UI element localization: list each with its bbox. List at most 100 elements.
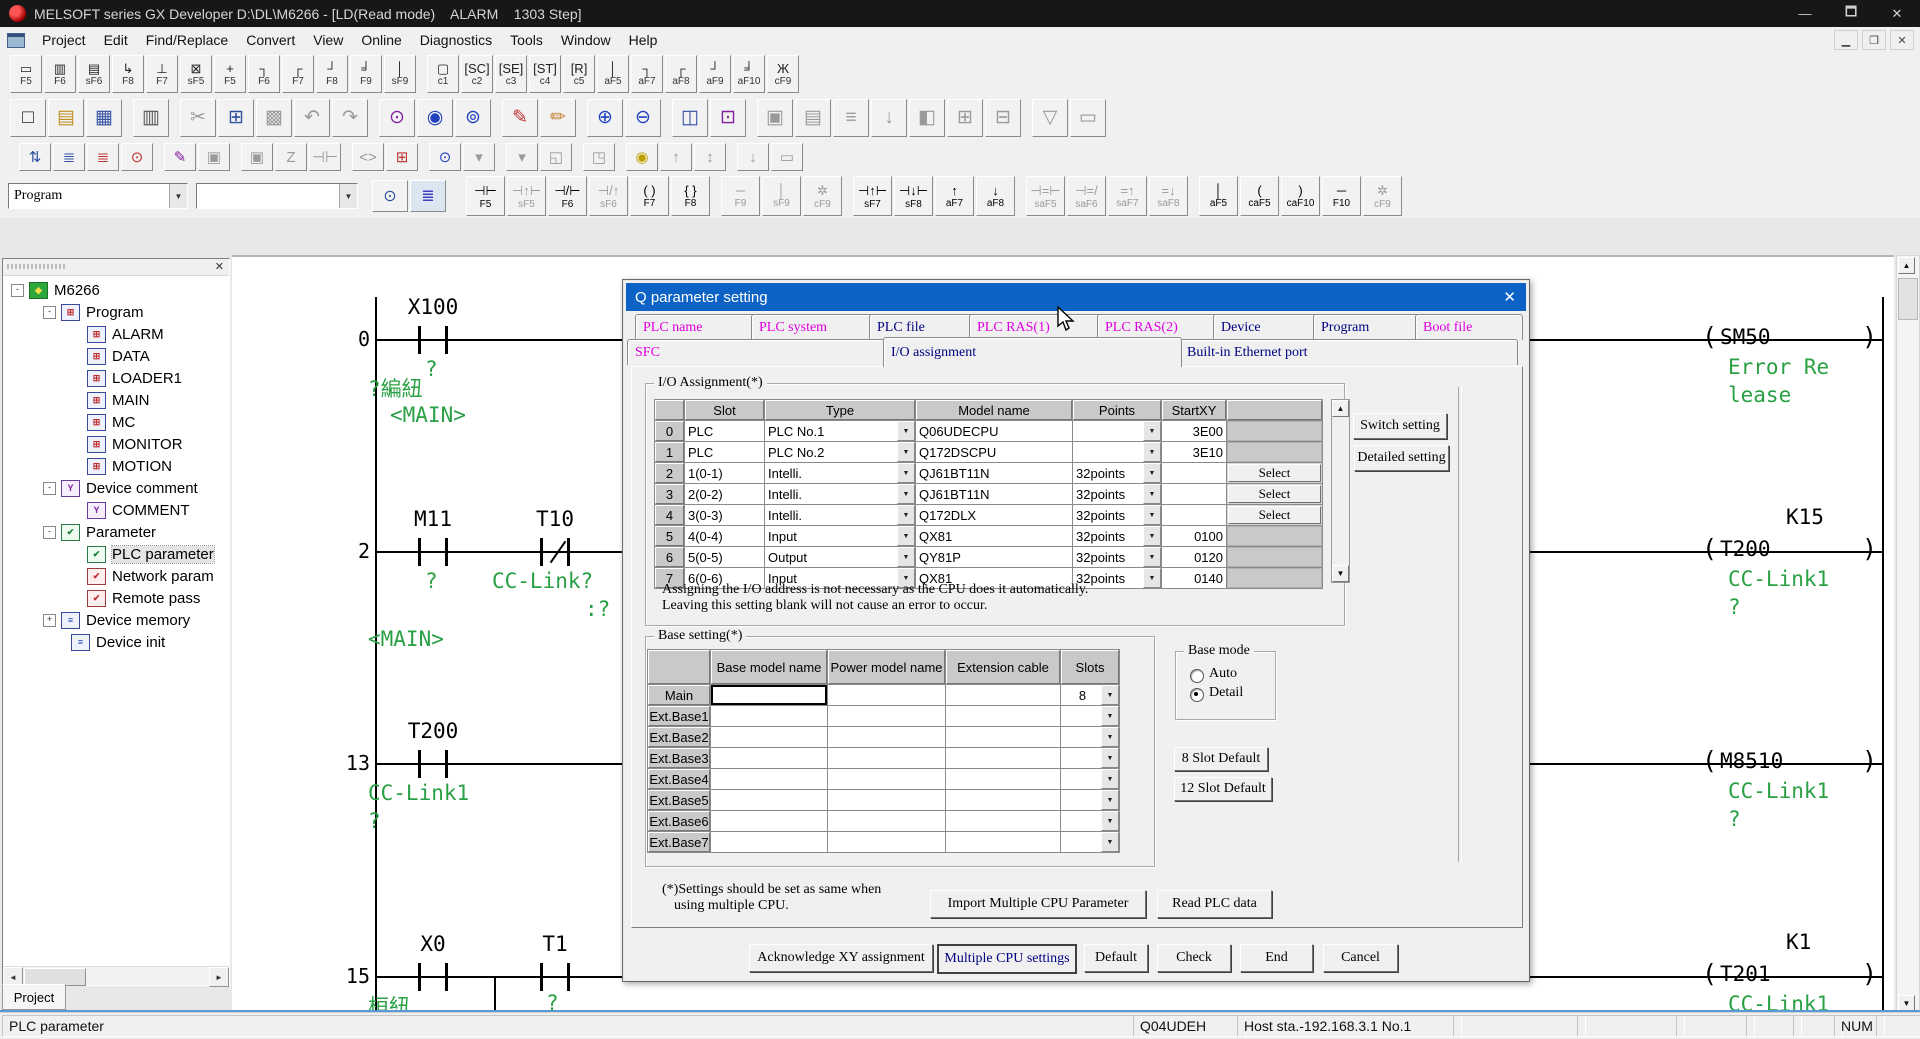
find-edit-button[interactable]: ✎	[164, 143, 196, 171]
child-restore-button[interactable]: ❐	[1862, 30, 1886, 50]
tree-item-m6266[interactable]: -◈M6266	[3, 279, 229, 301]
extension-cable-cell[interactable]	[946, 790, 1060, 810]
tree-item-remote-pass[interactable]: ✔Remote pass	[3, 587, 229, 609]
program-type-combobox[interactable]: Program▼	[8, 183, 188, 209]
base-mode-auto-radio[interactable]	[1190, 669, 1204, 683]
scroll-right-icon[interactable]: ►	[209, 967, 229, 987]
menu-item-help[interactable]: Help	[620, 29, 667, 51]
detailed-setting-button[interactable]: Detailed setting	[1354, 445, 1449, 471]
undo-button[interactable]: ↶	[294, 99, 330, 137]
extension-cable-cell[interactable]	[946, 727, 1060, 747]
toolbar-key-c3-button[interactable]: [SE]c3	[495, 55, 527, 93]
ladder-symbol-saF8-button[interactable]: =↓saF8	[1149, 176, 1188, 216]
tree-panel-close-icon[interactable]: ✕	[215, 260, 224, 273]
chevron-down-icon[interactable]: ▼	[897, 547, 915, 567]
tree-item-data[interactable]: ⊞DATA	[3, 345, 229, 367]
nc-contact[interactable]	[540, 538, 570, 566]
io-points-cell[interactable]: 32points▼	[1073, 505, 1161, 525]
tree-view-button[interactable]: ≣	[53, 143, 85, 171]
slots-cell[interactable]: ▼	[1061, 832, 1119, 852]
switch-setting-button[interactable]: Switch setting	[1353, 413, 1447, 439]
test-up-button[interactable]: ↑	[660, 143, 692, 171]
project-tree-toggle-button[interactable]: ≣	[410, 180, 446, 212]
zoom-search-button[interactable]: ⊙	[429, 143, 461, 171]
import-multiple-cpu-parameter-button[interactable]: Import Multiple CPU Parameter	[930, 890, 1146, 918]
toolbar-key-c5-button[interactable]: [R]c5	[563, 55, 595, 93]
collapse-icon[interactable]: -	[11, 284, 24, 297]
extension-cable-cell[interactable]	[946, 748, 1060, 768]
tree-item-network-param[interactable]: ✔Network param	[3, 565, 229, 587]
io-startxy-cell[interactable]: 3E10	[1162, 442, 1226, 462]
chevron-down-icon[interactable]: ▼	[897, 442, 915, 462]
ladder-symbol-aF7-button[interactable]: ↑aF7	[935, 176, 974, 216]
io-model-cell[interactable]: QX81	[916, 526, 1072, 546]
plc-transfer-button[interactable]: ⇅	[19, 143, 51, 171]
t-monitor1-button[interactable]: ▾	[463, 143, 495, 171]
zoom-in-button[interactable]: ⊕	[587, 99, 623, 137]
io-startxy-cell[interactable]: 0140	[1162, 568, 1226, 588]
io-type-cell[interactable]: Intelli.▼	[765, 505, 915, 525]
io-type-cell[interactable]: PLC No.1▼	[765, 421, 915, 441]
menu-item-project[interactable]: Project	[33, 29, 95, 51]
chevron-down-icon[interactable]: ▼	[1101, 706, 1119, 726]
io-model-cell[interactable]: Q06UDECPU	[916, 421, 1072, 441]
io-type-cell[interactable]: PLC No.2▼	[765, 442, 915, 462]
menu-item-view[interactable]: View	[304, 29, 352, 51]
tree-item-comment[interactable]: YCOMMENT	[3, 499, 229, 521]
chevron-down-icon[interactable]: ▼	[1143, 442, 1161, 462]
split-window-button[interactable]: ◫	[672, 99, 708, 137]
twelve-slot-default-button[interactable]: 12 Slot Default	[1174, 777, 1272, 801]
chevron-down-icon[interactable]: ▼	[1101, 811, 1119, 831]
io-startxy-cell[interactable]	[1162, 463, 1226, 483]
base-model-cell[interactable]	[711, 727, 827, 747]
toolbar-key-c1-button[interactable]: ▢c1	[427, 55, 459, 93]
tree-edit-button[interactable]: ≣	[87, 143, 119, 171]
eight-slot-default-button[interactable]: 8 Slot Default	[1174, 747, 1268, 771]
toolbar-key-F5-button[interactable]: +F5	[214, 55, 246, 93]
chevron-down-icon[interactable]: ▼	[339, 184, 357, 208]
find-button[interactable]: ⊙	[379, 99, 415, 137]
dialog-close-icon[interactable]: ✕	[1503, 283, 1516, 311]
toolbar-key-F9-button[interactable]: ╛F9	[350, 55, 382, 93]
toolbar-key-F6-button[interactable]: ▥F6	[44, 55, 76, 93]
comment-button[interactable]: ▭	[771, 143, 803, 171]
find-contact-button[interactable]: ⊙	[121, 143, 153, 171]
print-button[interactable]: ▥	[133, 99, 169, 137]
doc-find-button[interactable]: ⊙	[372, 180, 408, 212]
tree-item-device-memory[interactable]: +≡Device memory	[3, 609, 229, 631]
paste-button[interactable]: ▩	[256, 99, 292, 137]
io-type-cell[interactable]: Intelli.▼	[765, 484, 915, 504]
power-model-cell[interactable]	[828, 769, 945, 789]
power-model-cell[interactable]	[828, 685, 945, 705]
io-type-cell[interactable]: Output▼	[765, 547, 915, 567]
toolbar-key-sF9-button[interactable]: │sF9	[384, 55, 416, 93]
maximize-button[interactable]: 🗖	[1828, 0, 1874, 27]
project-tab[interactable]: Project	[2, 984, 66, 1010]
ladder-symbol-sF5-button[interactable]: ⊣↑⊢sF5	[507, 176, 546, 216]
chevron-down-icon[interactable]: ▼	[897, 484, 915, 504]
copy-button[interactable]: ⊞	[218, 99, 254, 137]
no-contact[interactable]	[418, 326, 448, 354]
base-model-cell[interactable]	[711, 685, 827, 705]
ladder-symbol-cF9-button[interactable]: ✲cF9	[803, 176, 842, 216]
find-device-button[interactable]: ◉	[417, 99, 453, 137]
power-model-cell[interactable]	[828, 706, 945, 726]
tab-built-in-ethernet-port[interactable]: Built-in Ethernet port	[1179, 339, 1518, 365]
ladder-symbol-aF5-button[interactable]: │aF5	[1199, 176, 1238, 216]
tree-item-device-init[interactable]: ≡Device init	[3, 631, 229, 653]
collapse-icon[interactable]: -	[43, 306, 56, 319]
monitor-doc-button[interactable]: ▭	[1070, 99, 1106, 137]
chevron-down-icon[interactable]: ▼	[1101, 727, 1119, 747]
macro-button[interactable]: Z	[275, 143, 307, 171]
toolbar-key-c4-button[interactable]: [ST]c4	[529, 55, 561, 93]
ladder-symbol-cF9-button[interactable]: ✲cF9	[1363, 176, 1402, 216]
collapse-icon[interactable]: -	[43, 526, 56, 539]
child-minimize-button[interactable]: ▁	[1834, 30, 1858, 50]
ladder-symbol-saF6-button[interactable]: ⊣=/saF6	[1067, 176, 1106, 216]
ladder-symbol-saF7-button[interactable]: =↑saF7	[1108, 176, 1147, 216]
expand-icon[interactable]: +	[43, 614, 56, 627]
base-model-cell[interactable]	[711, 811, 827, 831]
ladder-symbol-F9-button[interactable]: ─F9	[721, 176, 760, 216]
chevron-down-icon[interactable]: ▼	[1143, 421, 1161, 441]
ladder-scroll-thumb[interactable]	[1898, 278, 1918, 320]
